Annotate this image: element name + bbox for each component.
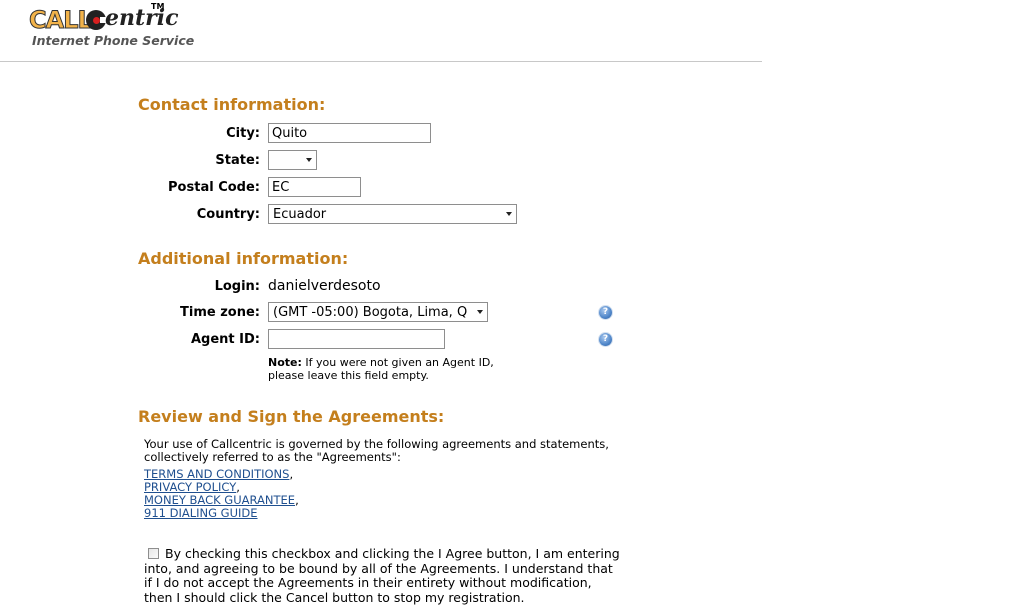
state-label: State: [215, 153, 260, 168]
login-label: Login: [214, 279, 260, 294]
postal-code-label: Postal Code: [168, 180, 260, 195]
link-separator: , [295, 493, 299, 507]
agreement-link-row: 911 DIALING GUIDE [144, 507, 299, 520]
time-zone-help-icon[interactable]: ? [599, 306, 612, 319]
contact-section-title: Contact information: [138, 95, 326, 114]
911-dialing-guide-link[interactable]: 911 DIALING GUIDE [144, 506, 258, 520]
logo-tagline: Internet Phone Service [32, 33, 195, 48]
agent-id-note: Note: If you were not given an Agent ID,… [268, 356, 528, 382]
link-separator: , [236, 480, 240, 494]
agreements-links: TERMS AND CONDITIONS, PRIVACY POLICY, MO… [144, 468, 299, 520]
page-header: CALL entric TM Internet Phone Service [0, 0, 762, 62]
chevron-down-icon [506, 212, 512, 216]
chevron-down-icon [477, 310, 483, 314]
agent-id-label: Agent ID: [190, 332, 260, 347]
privacy-policy-link[interactable]: PRIVACY POLICY [144, 480, 236, 494]
terms-and-conditions-link[interactable]: TERMS AND CONDITIONS [144, 467, 289, 481]
money-back-guarantee-link[interactable]: MONEY BACK GUARANTEE [144, 493, 295, 507]
postal-code-input[interactable] [268, 177, 361, 197]
logo-entric-text: entric [105, 5, 179, 31]
agreements-section-title: Review and Sign the Agreements: [138, 407, 445, 426]
agreements-intro-text: Your use of Callcentric is governed by t… [144, 437, 609, 464]
city-label: City: [226, 126, 260, 141]
note-text: If you were not given an Agent ID, pleas… [268, 356, 494, 382]
link-separator: , [289, 467, 294, 481]
logo-trademark: TM [151, 2, 165, 11]
agent-id-input[interactable] [268, 329, 445, 349]
state-select[interactable] [268, 150, 317, 170]
time-zone-selected-value: (GMT -05:00) Bogota, Lima, Q [273, 305, 468, 320]
country-label: Country: [196, 207, 260, 222]
country-selected-value: Ecuador [273, 207, 327, 222]
time-zone-label: Time zone: [180, 305, 260, 320]
country-select[interactable]: Ecuador [268, 204, 517, 224]
login-value: danielverdesoto [268, 278, 381, 294]
additional-section-title: Additional information: [138, 249, 349, 268]
logo-c-mark-icon [86, 10, 108, 30]
chevron-down-icon [306, 158, 312, 162]
note-bold-label: Note: [268, 356, 302, 369]
consent-text: By checking this checkbox and clicking t… [144, 546, 620, 605]
city-input[interactable] [268, 123, 431, 143]
agreement-consent: By checking this checkbox and clicking t… [144, 546, 624, 605]
agree-checkbox[interactable] [148, 548, 159, 559]
agent-id-help-icon[interactable]: ? [599, 333, 612, 346]
time-zone-select[interactable]: (GMT -05:00) Bogota, Lima, Q [268, 302, 488, 322]
logo-call-text: CALL [29, 6, 94, 35]
